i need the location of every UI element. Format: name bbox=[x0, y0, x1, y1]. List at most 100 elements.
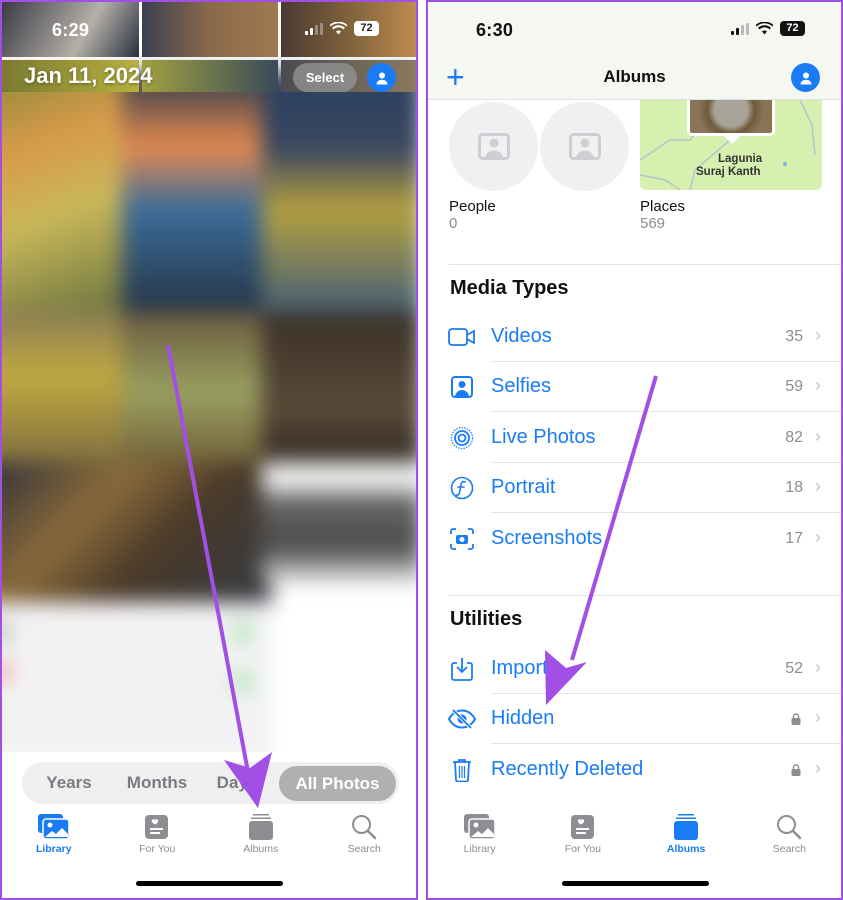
album-row-recently-deleted[interactable]: Recently Deleted › bbox=[428, 745, 841, 795]
album-label: Recently Deleted bbox=[491, 758, 644, 780]
tab-bar: Library For You Albums Search bbox=[428, 814, 841, 864]
people-thumbnail[interactable] bbox=[540, 102, 629, 191]
home-indicator[interactable] bbox=[561, 881, 709, 886]
album-row-selfies[interactable]: Selfies 59 › bbox=[428, 362, 841, 412]
utilities-heading: Utilities bbox=[450, 608, 523, 630]
section-divider bbox=[449, 595, 841, 596]
album-row-screenshots[interactable]: Screenshots 17 › bbox=[428, 514, 841, 564]
albums-icon bbox=[674, 814, 699, 840]
album-row-portrait[interactable]: Portrait 18 › bbox=[428, 463, 841, 513]
places-map-thumbnail[interactable]: Lagunia Suraj Kanth bbox=[640, 100, 822, 190]
places-label[interactable]: Places bbox=[640, 198, 685, 215]
album-count: 35 bbox=[785, 328, 803, 345]
photo-grid[interactable] bbox=[2, 2, 416, 752]
album-row-imports[interactable]: Imports 52 › bbox=[428, 644, 841, 694]
photo-thumbnail[interactable] bbox=[262, 462, 416, 582]
tab-library-label: Library bbox=[463, 843, 496, 855]
photo-thumbnail[interactable] bbox=[122, 312, 272, 472]
album-label: Imports bbox=[491, 657, 558, 679]
live-photo-icon bbox=[450, 426, 474, 450]
album-row-hidden[interactable]: Hidden › bbox=[428, 694, 841, 744]
person-icon bbox=[376, 72, 387, 84]
profile-avatar-button[interactable] bbox=[367, 63, 396, 92]
lock-icon bbox=[791, 713, 801, 725]
album-count: 82 bbox=[785, 429, 803, 446]
segment-years[interactable]: Years bbox=[25, 773, 113, 793]
battery-indicator: 72 bbox=[780, 21, 805, 36]
library-screen: 6:29 72 Jan 11, 2024 Select Years Months… bbox=[0, 0, 418, 900]
profile-avatar-button[interactable] bbox=[791, 63, 820, 92]
people-label[interactable]: People bbox=[449, 198, 496, 215]
status-time: 6:30 bbox=[476, 20, 514, 40]
chevron-right-icon: › bbox=[815, 375, 821, 395]
media-types-heading: Media Types bbox=[450, 277, 569, 299]
tab-search[interactable]: Search bbox=[313, 814, 417, 864]
chevron-right-icon: › bbox=[815, 325, 821, 345]
date-heading: Jan 11, 2024 bbox=[24, 63, 153, 88]
for-you-icon bbox=[145, 815, 169, 839]
lock-icon bbox=[791, 764, 801, 776]
tab-albums[interactable]: Albums bbox=[635, 814, 738, 864]
segment-days[interactable]: Days bbox=[201, 773, 273, 793]
photo-thumbnail[interactable] bbox=[262, 312, 416, 472]
wifi-icon bbox=[330, 22, 347, 35]
segment-all-photos[interactable]: All Photos bbox=[279, 765, 396, 801]
photo-thumbnail[interactable] bbox=[262, 72, 416, 322]
status-icons: 72 bbox=[305, 21, 379, 36]
tab-search-label: Search bbox=[347, 843, 381, 855]
tab-albums-label: Albums bbox=[666, 843, 706, 855]
photo-thumbnail[interactable] bbox=[2, 72, 142, 322]
selfie-icon bbox=[451, 376, 473, 398]
map-label-suraj-kanth: Suraj Kanth bbox=[696, 166, 761, 178]
portrait-icon bbox=[450, 476, 474, 500]
place-photo bbox=[687, 100, 775, 136]
hidden-eye-icon bbox=[448, 709, 476, 729]
album-label: Selfies bbox=[491, 375, 552, 397]
tab-library-label: Library bbox=[35, 843, 72, 855]
search-icon bbox=[352, 815, 377, 840]
for-you-icon bbox=[570, 815, 594, 839]
albums-screen: 6:30 72 + Albums People 0 Lagunia Suraj … bbox=[426, 0, 843, 900]
map-label-lagunia: Lagunia bbox=[718, 153, 763, 165]
tab-albums-label: Albums bbox=[243, 843, 279, 855]
album-label: Screenshots bbox=[491, 527, 603, 549]
albums-icon bbox=[248, 814, 273, 840]
album-row-live-photos[interactable]: Live Photos 82 › bbox=[428, 413, 841, 463]
page-title: Albums bbox=[603, 67, 666, 86]
chevron-right-icon: › bbox=[815, 707, 821, 727]
tab-library[interactable]: Library bbox=[2, 814, 106, 864]
cellular-signal-icon bbox=[731, 22, 749, 35]
album-label: Portrait bbox=[491, 476, 556, 498]
trash-icon bbox=[453, 759, 471, 782]
person-icon bbox=[800, 72, 811, 84]
home-indicator[interactable] bbox=[136, 881, 283, 886]
tab-library[interactable]: Library bbox=[428, 814, 531, 864]
tab-search[interactable]: Search bbox=[738, 814, 841, 864]
album-label: Hidden bbox=[491, 707, 555, 729]
places-count: 569 bbox=[640, 215, 666, 232]
cellular-signal-icon bbox=[305, 22, 323, 35]
people-thumbnail[interactable] bbox=[449, 102, 538, 191]
status-time: 6:29 bbox=[52, 20, 90, 40]
segment-months[interactable]: Months bbox=[113, 773, 201, 793]
tab-search-label: Search bbox=[772, 843, 807, 855]
tab-albums[interactable]: Albums bbox=[209, 814, 313, 864]
chevron-right-icon: › bbox=[815, 476, 821, 496]
tab-for-you[interactable]: For You bbox=[531, 814, 634, 864]
library-icon bbox=[37, 814, 70, 840]
photo-thumbnail[interactable] bbox=[2, 312, 142, 472]
album-count: 52 bbox=[785, 660, 803, 677]
photo-thumbnail[interactable] bbox=[122, 72, 272, 322]
album-row-videos[interactable]: Videos 35 › bbox=[428, 312, 841, 362]
tab-for-you-label: For You bbox=[139, 843, 176, 855]
chevron-right-icon: › bbox=[815, 426, 821, 446]
tab-for-you-label: For You bbox=[564, 843, 601, 855]
album-label: Live Photos bbox=[491, 426, 596, 448]
tab-for-you[interactable]: For You bbox=[106, 814, 210, 864]
select-button[interactable]: Select bbox=[293, 63, 357, 92]
search-icon bbox=[777, 815, 802, 840]
section-divider bbox=[449, 264, 841, 265]
album-count: 59 bbox=[785, 378, 803, 395]
photo-thumbnail[interactable] bbox=[2, 462, 272, 612]
chevron-right-icon: › bbox=[815, 657, 821, 677]
